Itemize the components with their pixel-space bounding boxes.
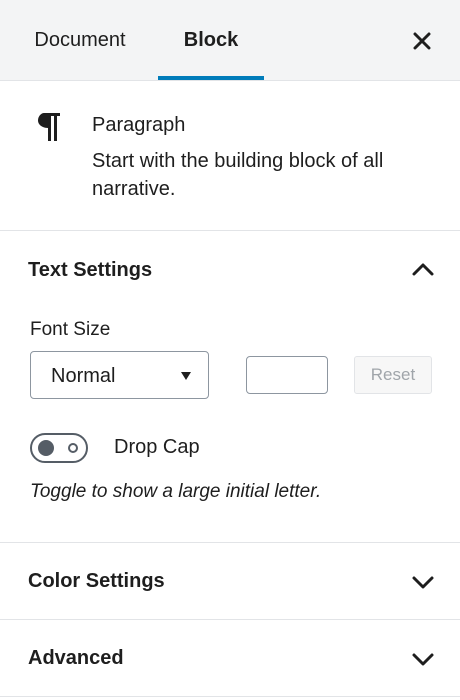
drop-cap-help-text: Toggle to show a large initial letter. xyxy=(30,481,322,502)
sidebar-tabs: Document Block xyxy=(0,0,460,81)
advanced-title: Advanced xyxy=(28,647,124,669)
tab-document-label: Document xyxy=(34,28,126,51)
chevron-down-icon xyxy=(412,653,434,666)
block-title: Paragraph xyxy=(92,114,186,136)
block-settings-sidebar: Document Block Paragraph Start with the … xyxy=(0,0,460,700)
close-sidebar-button[interactable] xyxy=(403,22,441,60)
toggle-knob xyxy=(38,440,54,456)
close-icon xyxy=(413,32,431,50)
active-tab-indicator xyxy=(158,76,264,80)
tab-document[interactable]: Document xyxy=(14,0,146,80)
text-settings-toggle[interactable]: Text Settings xyxy=(0,231,460,309)
drop-cap-label: Drop Cap xyxy=(114,436,200,458)
font-size-select[interactable]: Normal xyxy=(30,351,209,399)
chevron-up-icon xyxy=(412,263,434,276)
paragraph-icon xyxy=(38,113,60,141)
block-description: Start with the building block of all nar… xyxy=(92,150,384,200)
block-card: Paragraph Start with the building block … xyxy=(0,81,460,231)
text-settings-panel: Text Settings Font Size Normal Reset Dro… xyxy=(0,231,460,543)
tab-block[interactable]: Block xyxy=(158,0,264,80)
chevron-down-icon xyxy=(412,576,434,589)
color-settings-title: Color Settings xyxy=(28,570,165,592)
color-settings-toggle[interactable]: Color Settings xyxy=(0,543,460,620)
toggle-off-indicator xyxy=(68,443,78,453)
drop-cap-toggle[interactable] xyxy=(30,433,88,463)
advanced-toggle[interactable]: Advanced xyxy=(0,620,460,697)
font-size-selected-value: Normal xyxy=(51,365,116,387)
color-settings-panel: Color Settings xyxy=(0,543,460,620)
custom-font-size-input[interactable] xyxy=(246,356,328,394)
text-settings-title: Text Settings xyxy=(28,259,153,281)
tab-block-label: Block xyxy=(183,28,239,51)
caret-down-icon xyxy=(181,372,191,380)
font-size-label: Font Size xyxy=(30,319,111,340)
advanced-panel: Advanced xyxy=(0,620,460,697)
reset-font-size-button[interactable]: Reset xyxy=(354,356,432,394)
